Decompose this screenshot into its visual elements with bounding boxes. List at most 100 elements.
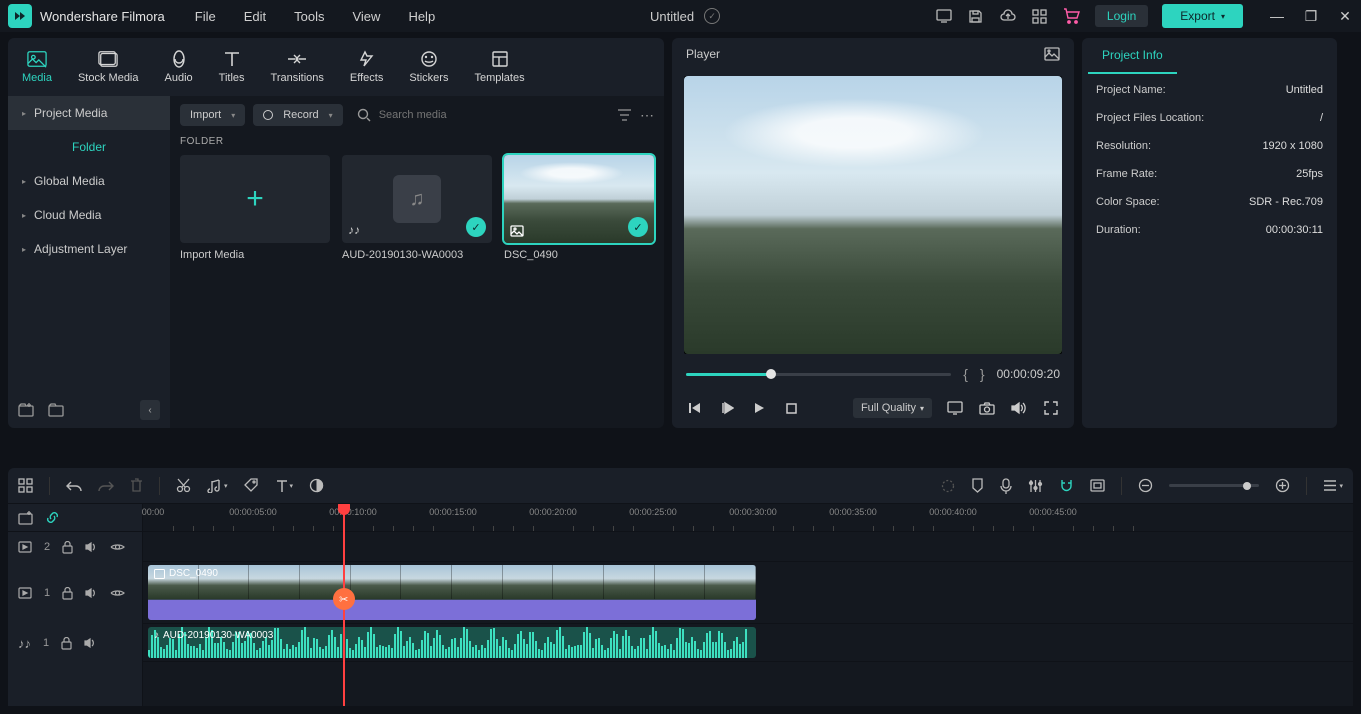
split-button[interactable]: ✂ bbox=[333, 588, 355, 610]
magnet-icon[interactable] bbox=[1059, 478, 1074, 493]
video-clip[interactable]: DSC_0490 bbox=[148, 565, 756, 620]
mute-icon[interactable] bbox=[84, 637, 97, 649]
video-track-1[interactable]: DSC_0490 bbox=[143, 562, 1353, 624]
tab-templates[interactable]: Templates bbox=[474, 50, 524, 84]
circle-icon[interactable] bbox=[941, 479, 955, 493]
zoom-out-button[interactable] bbox=[1138, 478, 1153, 493]
lock-icon[interactable] bbox=[61, 637, 72, 650]
more-icon[interactable]: ⋯ bbox=[640, 107, 654, 124]
sidebar-project-media[interactable]: ▸Project Media bbox=[8, 96, 170, 130]
search-icon[interactable] bbox=[357, 108, 371, 122]
tag-icon[interactable] bbox=[244, 478, 259, 493]
tab-effects[interactable]: Effects bbox=[350, 50, 383, 84]
mark-out-button[interactable]: } bbox=[980, 366, 985, 382]
undo-button[interactable] bbox=[66, 480, 82, 492]
tab-titles[interactable]: Titles bbox=[219, 50, 245, 84]
prev-frame-button[interactable] bbox=[686, 399, 704, 417]
tab-audio[interactable]: Audio bbox=[165, 50, 193, 84]
collapse-sidebar-button[interactable]: ‹ bbox=[140, 400, 160, 420]
delete-button[interactable] bbox=[130, 478, 143, 493]
layout-icon[interactable] bbox=[18, 478, 33, 493]
mixer-icon[interactable] bbox=[1028, 479, 1043, 493]
marker-icon[interactable] bbox=[971, 478, 984, 493]
folder-icon[interactable] bbox=[48, 403, 64, 417]
close-button[interactable]: ✕ bbox=[1337, 8, 1353, 25]
track-header-v1[interactable]: 1 bbox=[8, 562, 142, 624]
cloud-icon[interactable] bbox=[999, 7, 1017, 25]
ruler-tick: 00:00:05:00 bbox=[229, 507, 277, 517]
new-bin-icon[interactable] bbox=[18, 403, 34, 417]
login-button[interactable]: Login bbox=[1095, 5, 1148, 27]
camera-icon[interactable] bbox=[978, 399, 996, 417]
crop-icon[interactable] bbox=[1090, 479, 1105, 492]
search-input[interactable] bbox=[379, 109, 603, 121]
import-media-tile[interactable]: + Import Media bbox=[180, 155, 330, 261]
music-note-icon: ♫ bbox=[393, 175, 441, 223]
minimize-button[interactable]: — bbox=[1269, 8, 1285, 25]
sidebar-adjustment-layer[interactable]: ▸Adjustment Layer bbox=[8, 232, 170, 266]
scrubber[interactable] bbox=[686, 373, 951, 376]
filter-icon[interactable] bbox=[617, 108, 632, 122]
mic-icon[interactable] bbox=[1000, 478, 1012, 494]
mute-icon[interactable] bbox=[85, 541, 98, 553]
sidebar-cloud-media[interactable]: ▸Cloud Media bbox=[8, 198, 170, 232]
apps-icon[interactable] bbox=[1031, 7, 1049, 25]
playhead[interactable]: ✂ bbox=[343, 504, 345, 706]
visibility-icon[interactable] bbox=[110, 588, 125, 598]
save-icon[interactable] bbox=[967, 7, 985, 25]
audio-clip-tile[interactable]: ♫ ♪♪ ✓ AUD-20190130-WA0003 bbox=[342, 155, 492, 261]
add-track-icon[interactable] bbox=[18, 511, 33, 525]
step-back-button[interactable] bbox=[718, 399, 736, 417]
mute-icon[interactable] bbox=[85, 587, 98, 599]
link-icon[interactable] bbox=[45, 510, 60, 525]
lock-icon[interactable] bbox=[62, 541, 73, 554]
video-track-2[interactable] bbox=[143, 532, 1353, 562]
menu-file[interactable]: File bbox=[195, 9, 216, 24]
tab-transitions[interactable]: Transitions bbox=[271, 50, 324, 84]
track-header-a1[interactable]: ♪♪ 1 bbox=[8, 624, 142, 662]
fullscreen-icon[interactable] bbox=[1042, 399, 1060, 417]
import-dropdown[interactable]: Import▾ bbox=[180, 104, 245, 126]
redo-button[interactable] bbox=[98, 480, 114, 492]
color-icon[interactable] bbox=[309, 478, 324, 493]
lock-icon[interactable] bbox=[62, 587, 73, 600]
preview-viewport[interactable] bbox=[684, 76, 1062, 354]
tab-stickers[interactable]: Stickers bbox=[409, 50, 448, 84]
list-view-icon[interactable]: ▾ bbox=[1323, 479, 1343, 492]
tab-label: Templates bbox=[474, 72, 524, 84]
device-icon[interactable] bbox=[935, 7, 953, 25]
timeline-ruler[interactable]: 00:0000:00:05:0000:00:10:0000:00:15:0000… bbox=[143, 504, 1353, 532]
display-icon[interactable] bbox=[946, 399, 964, 417]
sidebar-label: Global Media bbox=[34, 174, 105, 188]
tab-stock-media[interactable]: Stock Media bbox=[78, 50, 139, 84]
record-dropdown[interactable]: Record▾ bbox=[253, 104, 342, 126]
quality-dropdown[interactable]: Full Quality▾ bbox=[853, 398, 932, 418]
play-button[interactable] bbox=[750, 399, 768, 417]
cart-icon[interactable] bbox=[1063, 7, 1081, 25]
stop-button[interactable] bbox=[782, 399, 800, 417]
audio-clip[interactable]: ♪AUD-20190130-WA0003 bbox=[148, 627, 756, 658]
zoom-slider[interactable] bbox=[1169, 484, 1259, 487]
menu-help[interactable]: Help bbox=[408, 9, 435, 24]
sidebar-global-media[interactable]: ▸Global Media bbox=[8, 164, 170, 198]
cut-button[interactable] bbox=[176, 478, 191, 493]
track-header-v2[interactable]: 2 bbox=[8, 532, 142, 562]
timeline-tracks[interactable]: 00:0000:00:05:0000:00:10:0000:00:15:0000… bbox=[143, 504, 1353, 706]
menu-tools[interactable]: Tools bbox=[294, 9, 324, 24]
audio-track-1[interactable]: ♪AUD-20190130-WA0003 bbox=[143, 624, 1353, 662]
menu-view[interactable]: View bbox=[352, 9, 380, 24]
tab-media[interactable]: Media bbox=[22, 50, 52, 84]
volume-icon[interactable] bbox=[1010, 399, 1028, 417]
text-icon[interactable]: ▾ bbox=[275, 479, 294, 493]
mark-in-button[interactable]: { bbox=[963, 366, 968, 382]
sidebar-folder[interactable]: Folder bbox=[8, 130, 170, 164]
zoom-in-button[interactable] bbox=[1275, 478, 1290, 493]
image-clip-tile[interactable]: ✓ DSC_0490 bbox=[504, 155, 654, 261]
maximize-button[interactable]: ❐ bbox=[1303, 8, 1319, 25]
audio-edit-icon[interactable]: ▾ bbox=[207, 479, 228, 493]
project-info-tab[interactable]: Project Info bbox=[1088, 38, 1177, 74]
export-button[interactable]: Export▾ bbox=[1162, 4, 1243, 28]
snapshot-icon[interactable] bbox=[1044, 47, 1060, 61]
visibility-icon[interactable] bbox=[110, 542, 125, 552]
menu-edit[interactable]: Edit bbox=[244, 9, 266, 24]
